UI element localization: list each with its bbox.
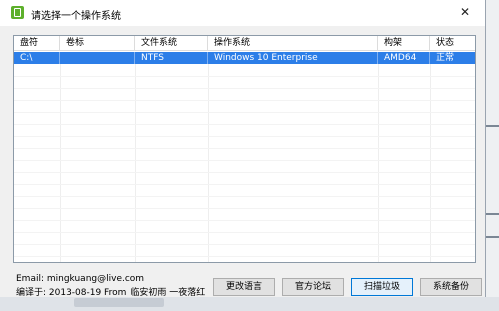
cell-arch: AMD64 xyxy=(378,52,430,64)
os-select-dialog: 请选择一个操作系统 ✕ 盘符 卷标 文件系统 操作系统 构架 状态 C:\ NT… xyxy=(0,0,486,298)
column-header-arch[interactable]: 构架 xyxy=(378,36,430,51)
grid-line xyxy=(14,244,475,245)
grid-line xyxy=(14,100,475,101)
app-icon xyxy=(11,6,24,19)
compiled-label: 编译于: 2013-08-19 From xyxy=(16,288,127,298)
compiled-author: 临安初雨 一夜落红 xyxy=(130,288,206,298)
cell-drive: C:\ xyxy=(14,52,60,64)
grid-line xyxy=(14,160,475,161)
grid-line xyxy=(14,232,475,233)
clean-junk-button[interactable]: 扫描垃圾 xyxy=(351,278,413,296)
grid-line xyxy=(14,172,475,173)
window-title: 请选择一个操作系统 xyxy=(31,11,121,22)
grid-line xyxy=(14,76,475,77)
change-language-button[interactable]: 更改语言 xyxy=(213,278,275,296)
list-header: 盘符 卷标 文件系统 操作系统 构架 状态 xyxy=(14,36,475,52)
grid-line xyxy=(14,196,475,197)
background-divider xyxy=(486,213,499,215)
cell-filesystem: NTFS xyxy=(135,52,208,64)
grid-line xyxy=(14,208,475,209)
grid-line xyxy=(14,136,475,137)
grid-line xyxy=(14,220,475,221)
system-backup-button[interactable]: 系统备份 xyxy=(420,278,482,296)
grid-line xyxy=(14,88,475,89)
column-header-drive[interactable]: 盘符 xyxy=(14,36,60,51)
grid-line xyxy=(14,112,475,113)
grid-line xyxy=(14,124,475,125)
grid-line xyxy=(14,184,475,185)
cell-volume xyxy=(60,52,135,64)
cell-os: Windows 10 Enterprise xyxy=(208,52,378,64)
grid-line xyxy=(14,148,475,149)
cell-status: 正常 xyxy=(436,53,455,63)
table-row[interactable]: C:\ NTFS Windows 10 Enterprise AMD64 正常 xyxy=(14,52,475,64)
background-ghost-text xyxy=(74,298,164,307)
background-window-bottom xyxy=(0,297,499,311)
column-header-volume[interactable]: 卷标 xyxy=(60,36,135,51)
column-header-filesystem[interactable]: 文件系统 xyxy=(135,36,208,51)
grid-line xyxy=(14,256,475,257)
column-header-os[interactable]: 操作系统 xyxy=(208,36,378,51)
title-bar[interactable]: 请选择一个操作系统 ✕ xyxy=(0,0,485,26)
background-window-edge xyxy=(486,0,499,311)
background-divider xyxy=(486,236,499,238)
column-header-status[interactable]: 状态 xyxy=(430,36,475,51)
compiled-info: 编译于: 2013-08-19 From 临安初雨 一夜落红 xyxy=(16,285,209,298)
os-list[interactable]: 盘符 卷标 文件系统 操作系统 构架 状态 C:\ NTFS Windows 1… xyxy=(13,35,476,263)
email-text: Email: mingkuang@live.com xyxy=(16,274,145,284)
close-icon[interactable]: ✕ xyxy=(452,3,478,21)
background-divider xyxy=(486,125,499,127)
official-forum-button[interactable]: 官方论坛 xyxy=(282,278,344,296)
